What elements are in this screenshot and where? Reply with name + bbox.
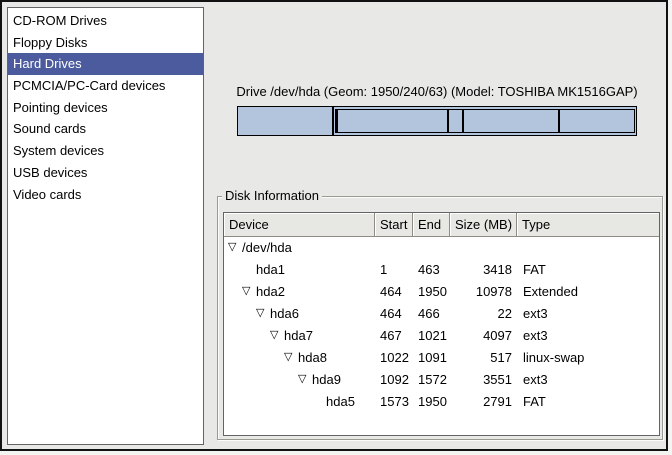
end-cell: 1572: [413, 369, 450, 391]
table-row-hda7[interactable]: ▽hda746710214097ext3: [224, 325, 659, 347]
type-cell: [517, 237, 659, 259]
type-cell: ext3: [517, 369, 659, 391]
partition-segment-hda1: [237, 106, 333, 136]
size-cell: 3418: [450, 259, 517, 281]
type-cell: FAT: [517, 259, 659, 281]
column-header-size-mb[interactable]: Size (MB): [450, 213, 517, 237]
device-cell: ▽hda2: [224, 281, 375, 303]
column-header-start[interactable]: Start: [375, 213, 413, 237]
device-label: hda8: [298, 347, 327, 369]
size-cell: 3551: [450, 369, 517, 391]
device-label: hda5: [326, 391, 355, 413]
end-cell: 463: [413, 259, 450, 281]
device-cell: ▽hda9: [224, 369, 375, 391]
end-cell: 1091: [413, 347, 450, 369]
partition-segment-hda5: [559, 109, 635, 133]
start-cell: 1: [375, 259, 413, 281]
start-cell: [375, 237, 413, 259]
table-body: ▽/dev/hdahda114633418FAT▽hda246419501097…: [224, 237, 659, 413]
device-label: hda1: [256, 259, 285, 281]
device-cell: hda5: [224, 391, 375, 413]
table-row-hda9[interactable]: ▽hda9109215723551ext3: [224, 369, 659, 391]
drive-geometry-label: Drive /dev/hda (Geom: 1950/240/63) (Mode…: [235, 84, 639, 99]
expander-icon[interactable]: ▽: [284, 347, 298, 368]
device-label: hda6: [270, 303, 299, 325]
start-cell: 467: [375, 325, 413, 347]
partition-segment-hda8: [448, 109, 464, 133]
hardware-browser-window: CD-ROM DrivesFloppy DisksHard DrivesPCMC…: [0, 0, 668, 451]
size-cell: 22: [450, 303, 517, 325]
partition-segment-hda2: [333, 106, 637, 136]
size-cell: 4097: [450, 325, 517, 347]
expander-icon[interactable]: ▽: [270, 325, 284, 346]
start-cell: 1022: [375, 347, 413, 369]
expander-icon[interactable]: ▽: [256, 303, 270, 324]
device-label: hda7: [284, 325, 313, 347]
type-cell: Extended: [517, 281, 659, 303]
size-cell: 517: [450, 347, 517, 369]
device-label: /dev/hda: [242, 237, 292, 259]
sidebar-item-sound-cards[interactable]: Sound cards: [8, 118, 203, 140]
start-cell: 464: [375, 281, 413, 303]
size-cell: 2791: [450, 391, 517, 413]
end-cell: [413, 237, 450, 259]
start-cell: 1573: [375, 391, 413, 413]
device-category-list: CD-ROM DrivesFloppy DisksHard DrivesPCMC…: [7, 7, 204, 445]
table-row-hda6[interactable]: ▽hda646446622ext3: [224, 303, 659, 325]
sidebar-item-pcmcia-pc-card-devices[interactable]: PCMCIA/PC-Card devices: [8, 75, 203, 97]
disk-information-table: DeviceStartEndSize (MB)Type ▽/dev/hdahda…: [223, 212, 660, 436]
table-row-hda5[interactable]: hda5 157319502791FAT: [224, 391, 659, 413]
end-cell: 1950: [413, 281, 450, 303]
partition-segment-hda9: [463, 109, 559, 133]
device-label: hda9: [312, 369, 341, 391]
table-row-hda1[interactable]: hda1 14633418FAT: [224, 259, 659, 281]
device-cell: ▽hda8: [224, 347, 375, 369]
device-cell: ▽/dev/hda: [224, 237, 375, 259]
size-cell: 10978: [450, 281, 517, 303]
disk-information-frame-label: Disk Information: [222, 188, 322, 204]
device-label: hda2: [256, 281, 285, 303]
sidebar-item-pointing-devices[interactable]: Pointing devices: [8, 97, 203, 119]
disk-information-frame: Disk Information DeviceStartEndSize (MB)…: [217, 196, 663, 440]
table-row-hda2[interactable]: ▽hda2464195010978Extended: [224, 281, 659, 303]
sidebar-item-floppy-disks[interactable]: Floppy Disks: [8, 32, 203, 54]
hardware-browser-screen: { "colors": { "window_bg": "#e8e8e6", "s…: [0, 0, 672, 455]
type-cell: ext3: [517, 303, 659, 325]
sidebar-item-video-cards[interactable]: Video cards: [8, 184, 203, 206]
partition-segment-hda7: [337, 109, 447, 133]
table-row-dev-hda[interactable]: ▽/dev/hda: [224, 237, 659, 259]
end-cell: 466: [413, 303, 450, 325]
start-cell: 464: [375, 303, 413, 325]
table-row-hda8[interactable]: ▽hda810221091517linux-swap: [224, 347, 659, 369]
partition-bar: [237, 106, 637, 136]
sidebar-item-hard-drives[interactable]: Hard Drives: [8, 53, 203, 75]
size-cell: [450, 237, 517, 259]
expander-icon[interactable]: ▽: [242, 281, 256, 302]
type-cell: ext3: [517, 325, 659, 347]
column-header-end[interactable]: End: [413, 213, 450, 237]
type-cell: linux-swap: [517, 347, 659, 369]
type-cell: FAT: [517, 391, 659, 413]
end-cell: 1021: [413, 325, 450, 347]
device-cell: ▽hda7: [224, 325, 375, 347]
sidebar-item-cd-rom-drives[interactable]: CD-ROM Drives: [8, 10, 203, 32]
device-cell: hda1: [224, 259, 375, 281]
sidebar-item-usb-devices[interactable]: USB devices: [8, 162, 203, 184]
expander-icon[interactable]: ▽: [228, 237, 242, 258]
end-cell: 1950: [413, 391, 450, 413]
sidebar-item-system-devices[interactable]: System devices: [8, 140, 203, 162]
column-header-type[interactable]: Type: [517, 213, 659, 237]
table-header-row: DeviceStartEndSize (MB)Type: [224, 213, 659, 237]
start-cell: 1092: [375, 369, 413, 391]
column-header-device[interactable]: Device: [224, 213, 375, 237]
device-cell: ▽hda6: [224, 303, 375, 325]
expander-icon[interactable]: ▽: [298, 369, 312, 390]
